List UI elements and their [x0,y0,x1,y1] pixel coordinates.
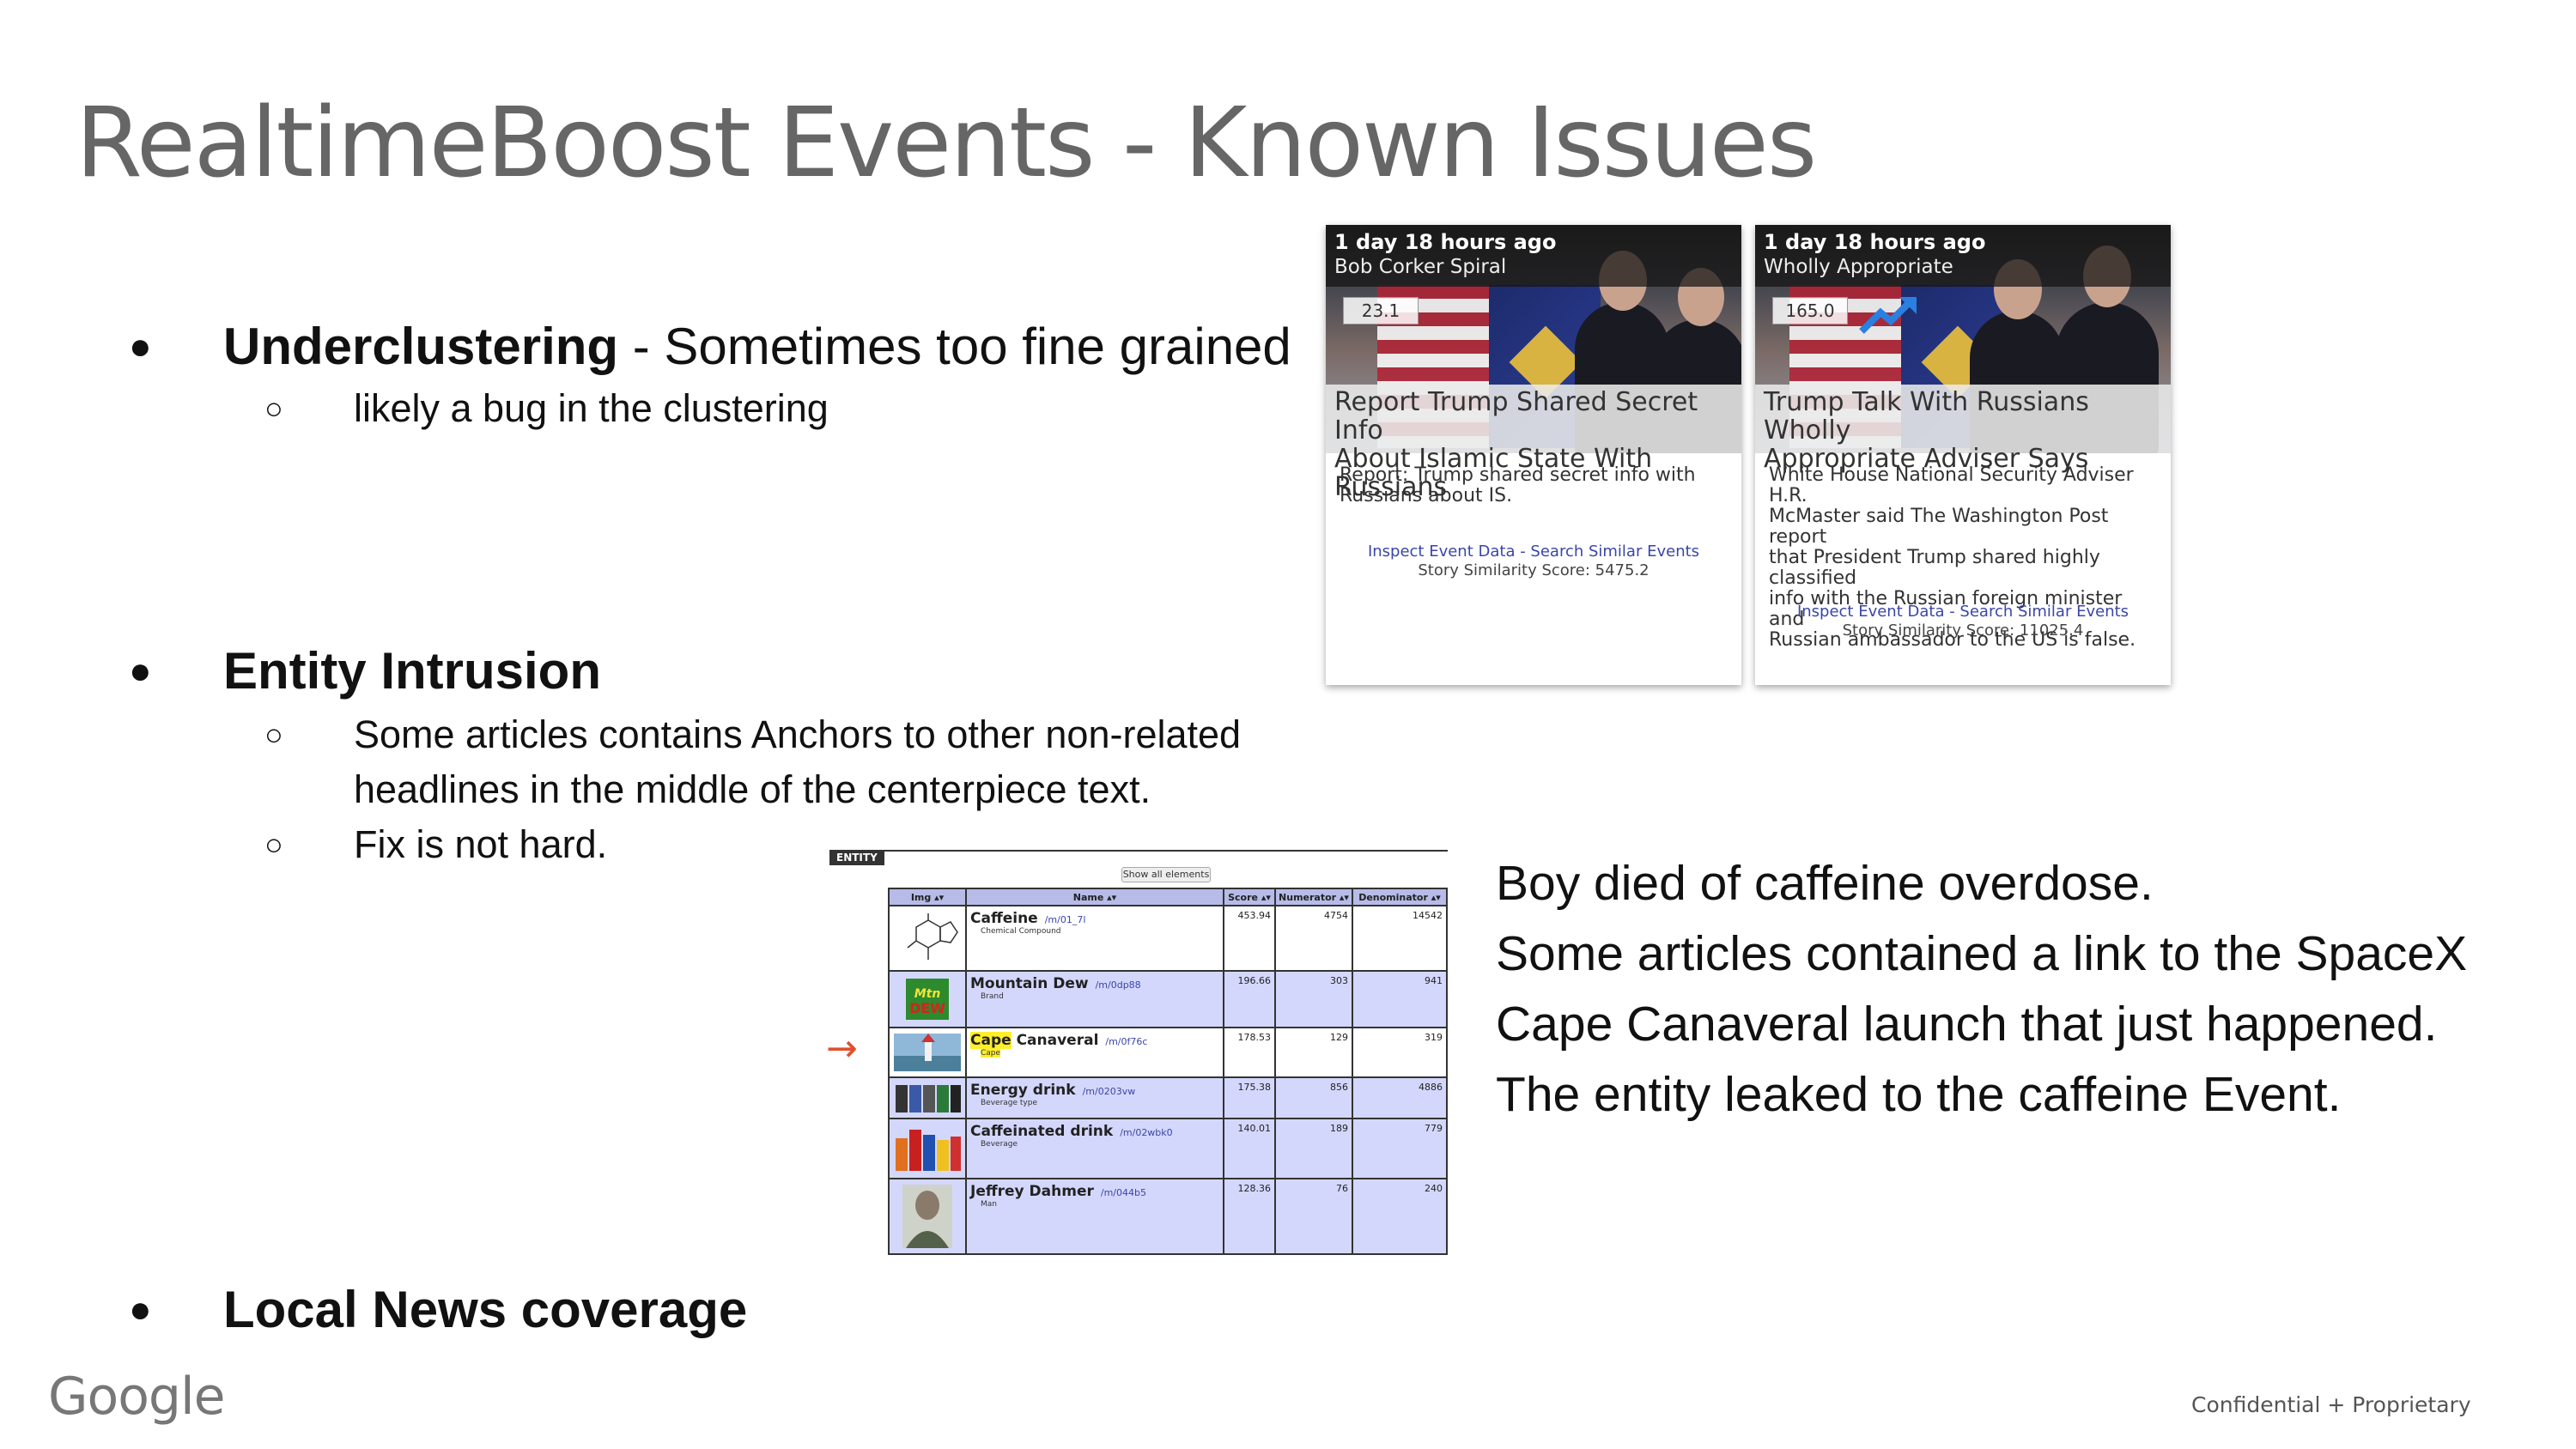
entity-name[interactable]: Canaveral [1012,1032,1099,1049]
entity-mid[interactable]: /m/044b5 [1101,1187,1146,1198]
entity-numerator: 189 [1274,1118,1353,1179]
sub-bullet-text: Fix is not hard. [354,822,608,866]
entity-mid[interactable]: /m/02wbk0 [1120,1127,1172,1138]
soda-can-icon: MtnDEW [906,979,949,1020]
svg-text:Mtn: Mtn [914,987,941,1001]
entity-numerator: 303 [1274,970,1353,1028]
entity-type: Chemical Compound [981,927,1061,936]
sub-bullet-dot: ○ [264,827,283,862]
card-score-badge: 23.1 [1343,297,1419,324]
entity-denominator: 941 [1352,970,1448,1028]
card-score-badge: 165.0 [1772,297,1848,324]
entity-score: 178.53 [1223,1027,1276,1078]
sub-bullet-text: Some articles contains Anchors to other … [354,712,1242,756]
entity-type: Cape [981,1049,1001,1058]
table-row[interactable]: Mtn DEW Mountain Dew/m/0dp88 Brand 196.66… [888,970,1448,1028]
google-logo: Google [48,1367,226,1427]
slide-title: RealtimeBoost Events - Known Issues [76,88,1817,199]
entity-mid[interactable]: /m/0203vw [1083,1086,1136,1097]
card-time: 1 day 18 hours ago [1334,230,1557,254]
story-line: The entity leaked to the caffeine Event. [1496,1067,2342,1122]
entity-name[interactable]: Caffeine [970,910,1038,927]
table-row[interactable]: Jeffrey Dahmer/m/044b5 Man 128.36 76 240 [888,1178,1448,1255]
similarity-score: Story Similarity Score: 5475.2 [1418,561,1649,579]
entity-name[interactable]: Energy drink [970,1082,1076,1099]
table-row[interactable]: Energy drink/m/0203vw Beverage type 175.… [888,1076,1448,1119]
inspect-event-link[interactable]: Inspect Event Data - Search Similar Even… [1326,543,1741,561]
entity-name[interactable]: Jeffrey Dahmer [970,1183,1094,1200]
card-source: Wholly Appropriate [1764,256,1953,278]
entity-type: Beverage [981,1140,1018,1149]
column-header-name[interactable]: Name ▴▾ [965,888,1224,906]
sub-bullet-text: likely a bug in the clustering [354,386,829,430]
entity-numerator: 129 [1274,1027,1353,1078]
entity-score: 140.01 [1223,1118,1276,1179]
coast-photo-icon [894,1034,961,1071]
table-row[interactable]: Caffeine/m/01_7l Chemical Compound 453.9… [888,905,1448,972]
card-description: Report: Trump shared secret info with Ru… [1340,464,1696,506]
confidential-note: Confidential + Proprietary [2191,1392,2471,1417]
card-headline[interactable]: Trump Talk With Russians Wholly Appropri… [1755,385,2171,473]
entity-table-panel: ENTITY Show all elements Img ▴▾ Name ▴▾ … [829,846,1448,1255]
sub-bullet-text: headlines in the middle of the centerpie… [354,767,1151,811]
column-header-denominator[interactable]: Denominator ▴▾ [1352,888,1448,906]
story-explanation: Boy died of caffeine overdose. Some arti… [1496,848,2467,1130]
svg-text:DEW: DEW [909,1000,945,1016]
bullet-heading: Underclustering [223,318,619,375]
entity-score: 128.36 [1223,1178,1276,1255]
entity-tag: ENTITY [829,850,884,865]
entity-denominator: 14542 [1352,905,1448,972]
bottles-photo-icon [896,1130,961,1171]
entity-denominator: 4886 [1352,1076,1448,1119]
entity-score: 453.94 [1223,905,1276,972]
news-card[interactable]: 1 day 18 hours ago Wholly Appropriate 16… [1755,225,2171,685]
bullet-dot: ● [129,325,152,367]
news-card[interactable]: 1 day 18 hours ago Bob Corker Spiral 23.… [1326,225,1741,685]
column-header-img[interactable]: Img ▴▾ [888,888,967,906]
bullet-heading: Entity Intrusion [223,642,601,700]
entity-name[interactable]: Caffeinated drink [970,1123,1113,1140]
entity-type: Beverage type [981,1099,1038,1107]
bullet-text: - Sometimes too fine grained [618,318,1291,375]
trend-up-icon [1858,294,1918,343]
card-source: Bob Corker Spiral [1334,256,1507,278]
entity-denominator: 240 [1352,1178,1448,1255]
entity-denominator: 319 [1352,1027,1448,1078]
entity-denominator: 779 [1352,1118,1448,1179]
column-header-score[interactable]: Score ▴▾ [1223,888,1276,906]
entity-numerator: 76 [1274,1178,1353,1255]
show-all-button[interactable]: Show all elements [1121,867,1211,882]
entity-mid[interactable]: /m/0dp88 [1096,979,1141,991]
table-row[interactable]: Caffeinated drink/m/02wbk0 Beverage 140.… [888,1118,1448,1179]
bullet-dot: ● [129,650,152,692]
inspect-event-link[interactable]: Inspect Event Data - Search Similar Even… [1755,603,2171,621]
molecule-icon [907,913,958,960]
sub-bullet-dot: ○ [264,391,283,426]
card-time: 1 day 18 hours ago [1764,230,1986,254]
cans-photo-icon [896,1085,961,1113]
entity-type: Man [981,1200,997,1209]
entity-score: 175.38 [1223,1076,1276,1119]
entity-table: Img ▴▾ Name ▴▾ Score ▴▾ Numerator ▴▾ Den… [888,888,1448,1255]
sub-bullet-dot: ○ [264,717,283,752]
story-line: Some articles contained a link to the Sp… [1496,926,2468,981]
portrait-photo-icon [902,1185,952,1248]
entity-name[interactable]: Mountain Dew [970,975,1089,992]
card-headline[interactable]: Report Trump Shared Secret Info About Is… [1326,385,1741,501]
story-line: Boy died of caffeine overdose. [1496,856,2154,911]
story-line: Cape Canaveral launch that just happened… [1496,997,2438,1052]
entity-mid[interactable]: /m/01_7l [1045,914,1086,925]
entity-type: Brand [981,992,1004,1001]
entity-mid[interactable]: /m/0f76c [1105,1036,1147,1047]
bullet-heading: Local News coverage [223,1281,748,1338]
entity-numerator: 4754 [1274,905,1353,972]
column-header-numerator[interactable]: Numerator ▴▾ [1274,888,1353,906]
bullet-dot: ● [129,1288,152,1331]
table-row[interactable]: Cape Canaveral/m/0f76c Cape 178.53 129 3… [888,1027,1448,1078]
similarity-score: Story Similarity Score: 11025.4 [1842,621,2084,640]
highlighted-anchor[interactable]: Cape [970,1032,1012,1049]
entity-numerator: 856 [1274,1076,1353,1119]
entity-score: 196.66 [1223,970,1276,1028]
